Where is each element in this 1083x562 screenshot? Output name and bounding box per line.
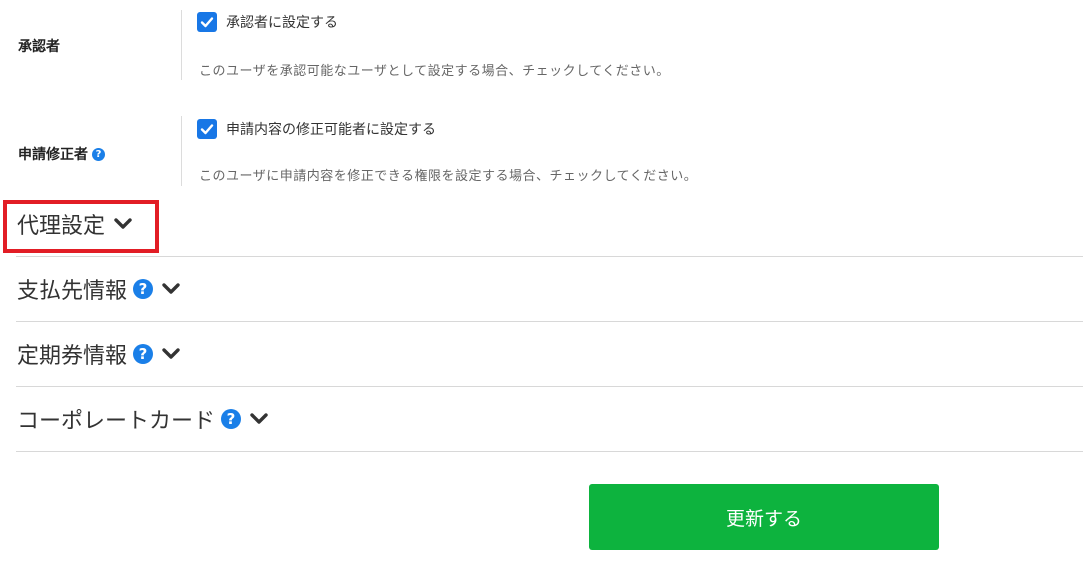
- section-corporate-card[interactable]: コーポレートカード ?: [16, 387, 1083, 452]
- update-button[interactable]: 更新する: [589, 484, 939, 550]
- approver-label-text: 承認者: [18, 39, 60, 55]
- chevron-down-icon[interactable]: [161, 277, 181, 302]
- approver-row: 承認者 承認者に設定する このユーザを承認可能なユーザとして設定する場合、チェッ…: [0, 0, 1083, 90]
- approver-checkbox-label[interactable]: 承認者に設定する: [226, 12, 338, 32]
- request-editor-checkbox-label[interactable]: 申請内容の修正可能者に設定する: [226, 119, 436, 139]
- request-editor-help-text: このユーザに申請内容を修正できる権限を設定する場合、チェックしてください。: [199, 169, 698, 184]
- chevron-down-icon[interactable]: [249, 407, 269, 432]
- section-payee-info[interactable]: 支払先情報 ?: [16, 257, 1083, 322]
- section-title[interactable]: 支払先情報: [16, 273, 127, 305]
- question-circle-icon[interactable]: ?: [221, 409, 242, 429]
- section-title[interactable]: 定期券情報: [16, 338, 127, 370]
- approver-label: 承認者: [18, 36, 60, 56]
- question-circle-icon[interactable]: ?: [133, 344, 154, 364]
- section-proxy-settings[interactable]: 代理設定: [16, 192, 1083, 257]
- request-editor-checkbox[interactable]: 申請内容の修正可能者に設定する: [197, 119, 436, 139]
- request-editor-label: 申請修正者 ?: [18, 144, 105, 164]
- request-editor-label-text: 申請修正者: [18, 147, 88, 163]
- request-editor-row: 申請修正者 ? 申請内容の修正可能者に設定する このユーザに申請内容を修正できる…: [0, 100, 1083, 195]
- checkmark-icon[interactable]: [197, 119, 217, 139]
- divider: [181, 116, 182, 186]
- chevron-down-icon[interactable]: [161, 342, 181, 367]
- approver-help-text: このユーザを承認可能なユーザとして設定する場合、チェックしてください。: [199, 64, 670, 79]
- divider: [181, 10, 182, 80]
- section-title[interactable]: コーポレートカード: [16, 403, 215, 435]
- question-circle-icon[interactable]: ?: [133, 279, 154, 299]
- highlight-box: [3, 200, 159, 253]
- checkmark-icon[interactable]: [197, 12, 217, 32]
- approver-checkbox[interactable]: 承認者に設定する: [197, 12, 338, 32]
- question-circle-icon[interactable]: ?: [92, 147, 105, 161]
- section-commuter-pass-info[interactable]: 定期券情報 ?: [16, 322, 1083, 387]
